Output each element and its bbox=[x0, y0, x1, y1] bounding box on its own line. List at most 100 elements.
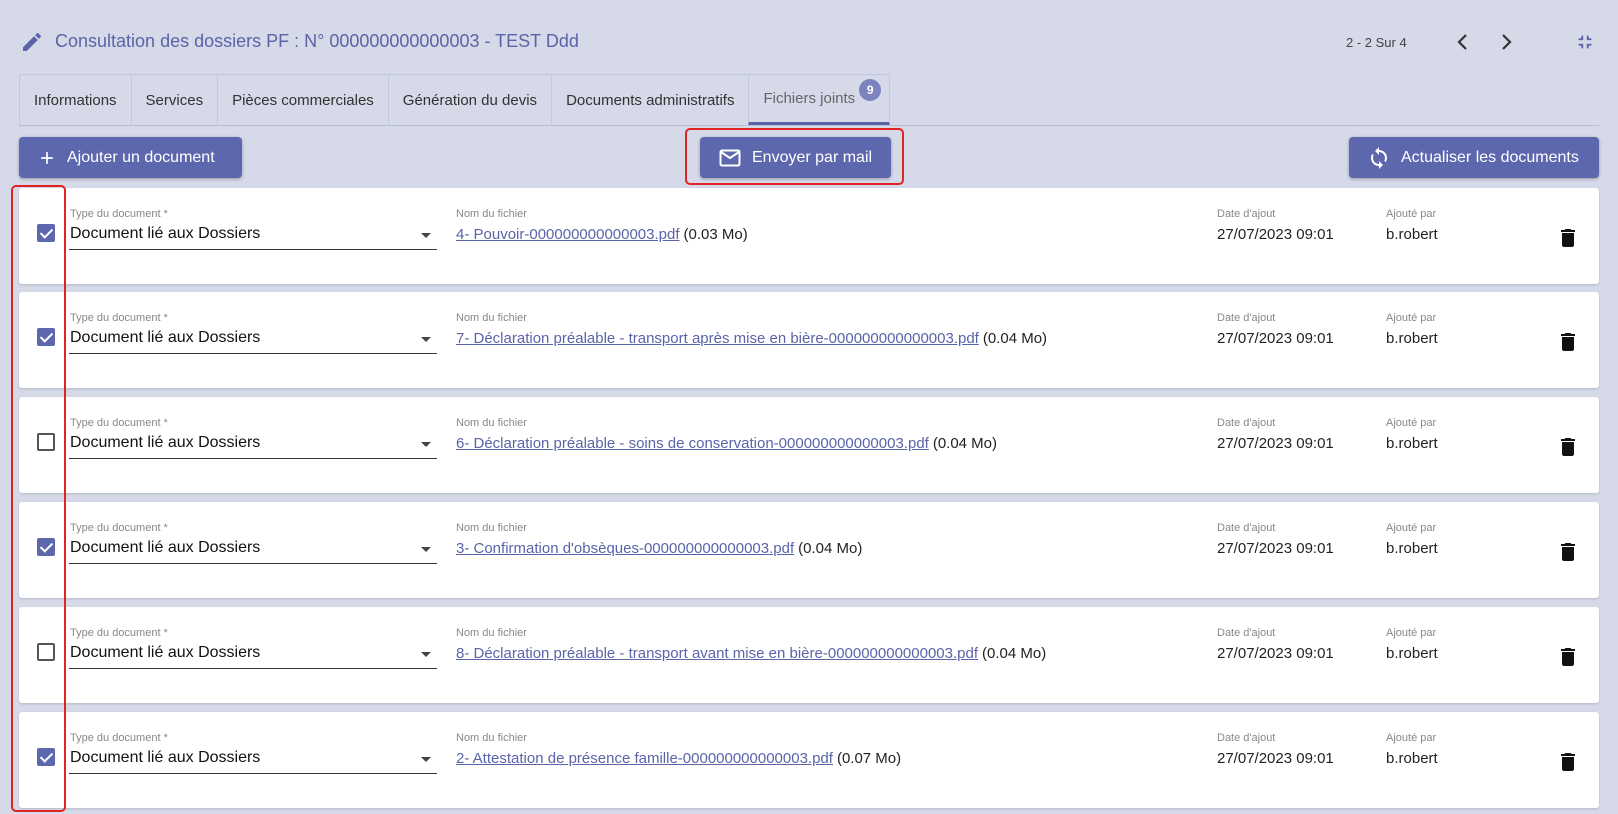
type-label: Type du document * bbox=[70, 208, 168, 220]
date-value: 27/07/2023 09:01 bbox=[1217, 435, 1334, 452]
added-by-label: Ajouté par bbox=[1386, 312, 1437, 324]
add-document-button[interactable]: Ajouter un document bbox=[19, 137, 242, 178]
tab-fichiers-joints[interactable]: Fichiers joints 9 bbox=[748, 74, 891, 125]
file-link[interactable]: 2- Attestation de présence famille-00000… bbox=[456, 750, 833, 767]
trash-icon[interactable] bbox=[1556, 540, 1580, 564]
dropdown-arrow-icon bbox=[421, 757, 431, 762]
file-line: 7- Déclaration préalable - transport apr… bbox=[456, 330, 1047, 347]
document-type-select[interactable]: Document lié aux Dossiers bbox=[69, 326, 437, 354]
select-value: Document lié aux Dossiers bbox=[70, 434, 261, 451]
added-by-value: b.robert bbox=[1386, 435, 1438, 452]
type-label: Type du document * bbox=[70, 627, 168, 639]
added-by-value: b.robert bbox=[1386, 540, 1438, 557]
added-by-value: b.robert bbox=[1386, 750, 1438, 767]
file-label: Nom du fichier bbox=[456, 627, 527, 639]
added-by-value: b.robert bbox=[1386, 645, 1438, 662]
chevron-left-icon[interactable] bbox=[1451, 30, 1475, 54]
document-type-select[interactable]: Document lié aux Dossiers bbox=[69, 222, 437, 250]
date-label: Date d'ajout bbox=[1217, 627, 1276, 639]
file-link[interactable]: 3- Confirmation d'obsèques-0000000000000… bbox=[456, 540, 794, 557]
collapse-icon[interactable] bbox=[1574, 31, 1596, 53]
file-link[interactable]: 4- Pouvoir-000000000000003.pdf bbox=[456, 226, 680, 243]
select-value: Document lié aux Dossiers bbox=[70, 644, 261, 661]
page-title: Consultation des dossiers PF : N° 000000… bbox=[55, 31, 579, 51]
page-header: Consultation des dossiers PF : N° 000000… bbox=[0, 0, 1618, 84]
count-badge: 9 bbox=[859, 79, 882, 101]
button-label: Actualiser les documents bbox=[1401, 148, 1579, 166]
select-checkbox[interactable] bbox=[37, 224, 55, 242]
date-value: 27/07/2023 09:01 bbox=[1217, 645, 1334, 662]
file-size: (0.04 Mo) bbox=[982, 645, 1047, 662]
added-by-label: Ajouté par bbox=[1386, 417, 1437, 429]
type-label: Type du document * bbox=[70, 522, 168, 534]
file-size: (0.03 Mo) bbox=[683, 226, 748, 243]
button-label: Ajouter un document bbox=[67, 148, 215, 166]
file-label: Nom du fichier bbox=[456, 732, 527, 744]
select-checkbox[interactable] bbox=[37, 643, 55, 661]
trash-icon[interactable] bbox=[1556, 330, 1580, 354]
date-label: Date d'ajout bbox=[1217, 417, 1276, 429]
document-row: Type du document * Document lié aux Doss… bbox=[19, 188, 1599, 284]
pencil-icon bbox=[23, 32, 42, 51]
tab-generation-devis[interactable]: Génération du devis bbox=[387, 74, 552, 125]
date-label: Date d'ajout bbox=[1217, 312, 1276, 324]
document-row: Type du document * Document lié aux Doss… bbox=[19, 502, 1599, 598]
tab-documents-administratifs[interactable]: Documents administratifs bbox=[551, 74, 749, 125]
added-by-label: Ajouté par bbox=[1386, 522, 1437, 534]
file-link[interactable]: 7- Déclaration préalable - transport apr… bbox=[456, 330, 979, 347]
document-row: Type du document * Document lié aux Doss… bbox=[19, 397, 1599, 493]
refresh-documents-button[interactable]: Actualiser les documents bbox=[1349, 137, 1599, 178]
document-type-select[interactable]: Document lié aux Dossiers bbox=[69, 641, 437, 669]
select-value: Document lié aux Dossiers bbox=[70, 749, 261, 766]
file-line: 4- Pouvoir-000000000000003.pdf (0.03 Mo) bbox=[456, 226, 748, 243]
trash-icon[interactable] bbox=[1556, 645, 1580, 669]
file-label: Nom du fichier bbox=[456, 312, 527, 324]
chevron-right-icon[interactable] bbox=[1494, 30, 1518, 54]
type-label: Type du document * bbox=[70, 312, 168, 324]
document-row: Type du document * Document lié aux Doss… bbox=[19, 712, 1599, 808]
date-label: Date d'ajout bbox=[1217, 732, 1276, 744]
date-value: 27/07/2023 09:01 bbox=[1217, 540, 1334, 557]
file-size: (0.04 Mo) bbox=[982, 330, 1048, 347]
file-line: 6- Déclaration préalable - soins de cons… bbox=[456, 435, 997, 452]
plus-icon bbox=[41, 151, 53, 164]
document-type-select[interactable]: Document lié aux Dossiers bbox=[69, 746, 437, 774]
send-mail-button[interactable]: Envoyer par mail bbox=[700, 137, 891, 178]
added-by-value: b.robert bbox=[1386, 330, 1438, 347]
tab-pieces-commerciales[interactable]: Pièces commerciales bbox=[217, 74, 388, 125]
document-row: Type du document * Document lié aux Doss… bbox=[19, 607, 1599, 703]
file-size: (0.07 Mo) bbox=[836, 750, 902, 767]
type-label: Type du document * bbox=[70, 417, 168, 429]
type-label: Type du document * bbox=[70, 732, 168, 744]
file-size: (0.04 Mo) bbox=[798, 540, 863, 557]
select-checkbox[interactable] bbox=[37, 538, 55, 556]
select-checkbox[interactable] bbox=[37, 748, 55, 766]
file-label: Nom du fichier bbox=[456, 522, 527, 534]
tab-label: Pièces commerciales bbox=[232, 91, 374, 109]
trash-icon[interactable] bbox=[1556, 226, 1580, 250]
dropdown-arrow-icon bbox=[421, 442, 431, 447]
added-by-value: b.robert bbox=[1386, 226, 1438, 243]
trash-icon[interactable] bbox=[1556, 435, 1580, 459]
file-line: 3- Confirmation d'obsèques-0000000000000… bbox=[456, 540, 862, 557]
trash-icon[interactable] bbox=[1556, 750, 1580, 774]
select-checkbox[interactable] bbox=[37, 433, 55, 451]
dropdown-arrow-icon bbox=[421, 337, 431, 342]
tab-label: Génération du devis bbox=[402, 91, 538, 109]
dropdown-arrow-icon bbox=[421, 652, 431, 657]
file-link[interactable]: 6- Déclaration préalable - soins de cons… bbox=[456, 435, 929, 452]
file-link[interactable]: 8- Déclaration préalable - transport ava… bbox=[456, 645, 978, 662]
file-label: Nom du fichier bbox=[456, 417, 527, 429]
select-value: Document lié aux Dossiers bbox=[70, 329, 261, 346]
document-type-select[interactable]: Document lié aux Dossiers bbox=[69, 536, 437, 564]
select-checkbox[interactable] bbox=[37, 328, 55, 346]
tab-services[interactable]: Services bbox=[130, 74, 218, 125]
mail-icon bbox=[719, 149, 741, 166]
tab-bar: Informations Services Pièces commerciale… bbox=[19, 74, 1599, 126]
select-value: Document lié aux Dossiers bbox=[70, 225, 261, 242]
tab-label: Fichiers joints bbox=[763, 90, 856, 107]
document-row: Type du document * Document lié aux Doss… bbox=[19, 292, 1599, 388]
document-type-select[interactable]: Document lié aux Dossiers bbox=[69, 431, 437, 459]
added-by-label: Ajouté par bbox=[1386, 208, 1437, 220]
tab-informations[interactable]: Informations bbox=[19, 74, 131, 125]
